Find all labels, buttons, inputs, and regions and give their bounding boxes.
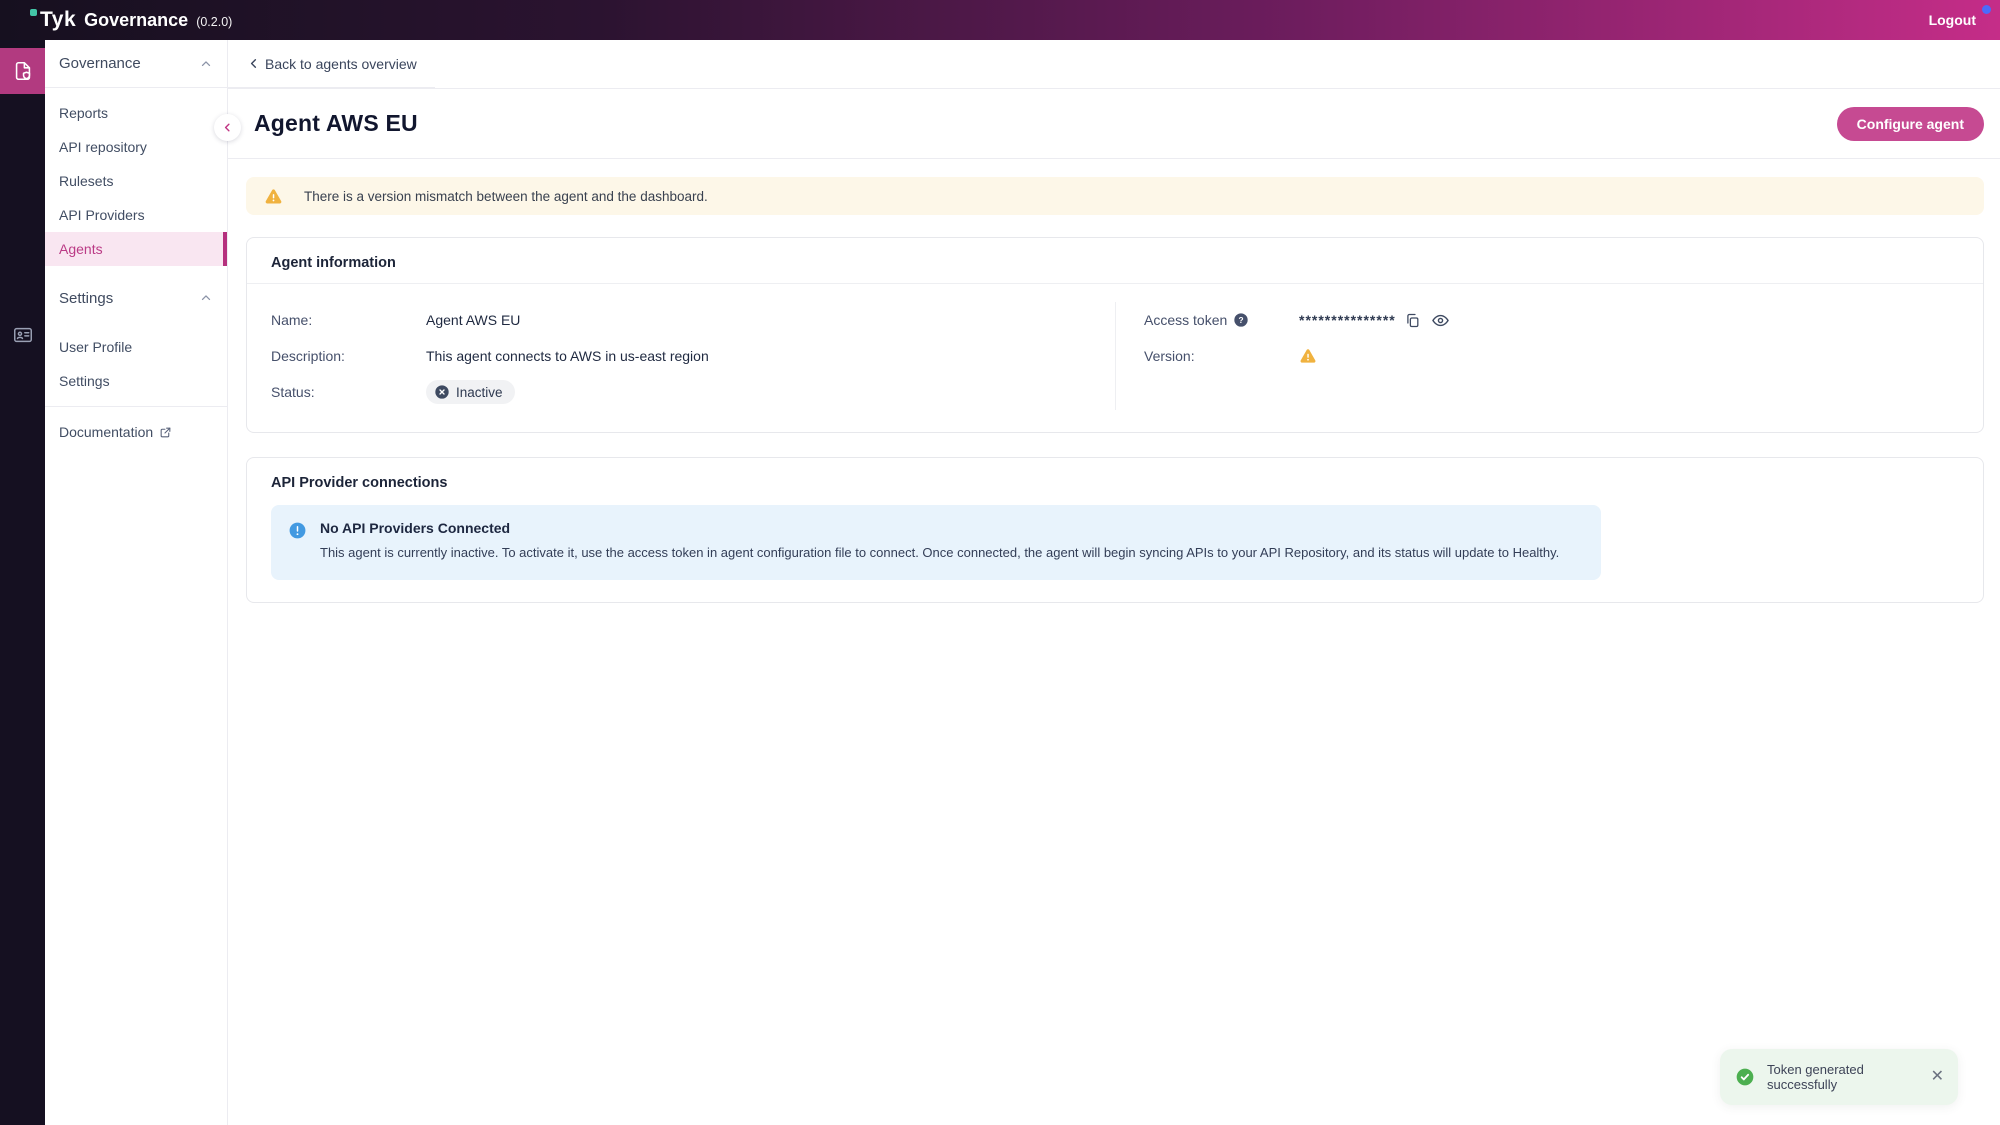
copy-token-button[interactable] bbox=[1402, 312, 1423, 329]
product-name: Governance bbox=[84, 10, 188, 31]
sidebar-item-label: Documentation bbox=[59, 424, 153, 440]
sidebar-item-label: API repository bbox=[59, 139, 147, 155]
chevron-up-icon bbox=[199, 291, 213, 305]
reveal-token-button[interactable] bbox=[1429, 311, 1452, 330]
governance-section-label: Governance bbox=[59, 55, 141, 72]
access-token-masked: *************** bbox=[1299, 312, 1396, 328]
app-header: Tyk Governance (0.2.0) Logout bbox=[0, 0, 2000, 40]
app-version: (0.2.0) bbox=[196, 15, 232, 29]
sidebar-item-api-repository[interactable]: API repository bbox=[45, 130, 227, 164]
document-shield-icon bbox=[12, 60, 34, 82]
description-row: Description: This agent connects to AWS … bbox=[271, 338, 1115, 374]
sidebar-item-label: Settings bbox=[59, 373, 110, 389]
icon-rail bbox=[0, 40, 45, 1125]
configure-agent-button[interactable]: Configure agent bbox=[1837, 107, 1984, 141]
no-providers-title: No API Providers Connected bbox=[320, 520, 1559, 536]
status-badge-label: Inactive bbox=[456, 385, 503, 400]
sidebar-item-documentation[interactable]: Documentation bbox=[45, 415, 227, 449]
version-mismatch-banner: There is a version mismatch between the … bbox=[246, 177, 1984, 215]
access-token-label: Access token ? bbox=[1144, 312, 1299, 328]
x-circle-icon bbox=[434, 384, 450, 400]
access-token-row: Access token ? ******** bbox=[1144, 302, 1959, 338]
name-value: Agent AWS EU bbox=[426, 312, 520, 328]
status-badge: Inactive bbox=[426, 380, 515, 404]
sidebar-item-user-profile[interactable]: User Profile bbox=[45, 330, 227, 364]
back-chevron-icon bbox=[246, 56, 261, 71]
sidebar-item-label: API Providers bbox=[59, 207, 145, 223]
api-provider-connections-card: API Provider connections No API Provider… bbox=[246, 457, 1984, 603]
agent-information-title: Agent information bbox=[247, 238, 1983, 284]
sidebar-item-settings[interactable]: Settings bbox=[45, 364, 227, 398]
eye-icon bbox=[1431, 311, 1450, 330]
sidebar-collapse-button[interactable] bbox=[214, 114, 241, 141]
page-title: Agent AWS EU bbox=[254, 110, 418, 137]
name-label: Name: bbox=[271, 312, 426, 328]
id-card-icon bbox=[12, 324, 34, 346]
tyk-logo-dot bbox=[30, 9, 37, 16]
toast-close-button[interactable]: ✕ bbox=[1931, 1069, 1944, 1085]
back-to-agents-link[interactable]: Back to agents overview bbox=[228, 40, 435, 88]
sidebar-item-label: Agents bbox=[59, 241, 103, 257]
sidebar-item-agents[interactable]: Agents bbox=[45, 232, 227, 266]
sidebar-item-label: Reports bbox=[59, 105, 108, 121]
description-value: This agent connects to AWS in us-east re… bbox=[426, 348, 709, 364]
settings-section-label: Settings bbox=[59, 290, 113, 307]
no-providers-infobox: No API Providers Connected This agent is… bbox=[271, 505, 1601, 580]
blue-dot-indicator bbox=[1982, 5, 1991, 14]
version-warning-icon bbox=[1299, 347, 1317, 365]
brand-logo: Tyk Governance (0.2.0) bbox=[30, 8, 232, 32]
sidebar-section-governance[interactable]: Governance bbox=[45, 40, 227, 88]
no-providers-description: This agent is currently inactive. To act… bbox=[320, 544, 1559, 563]
sidebar-section-settings[interactable]: Settings bbox=[45, 274, 227, 322]
logout-button[interactable]: Logout bbox=[1929, 12, 1976, 28]
help-circle-icon[interactable]: ? bbox=[1233, 312, 1249, 328]
connections-title: API Provider connections bbox=[247, 458, 1983, 497]
agent-information-card: Agent information Name: Agent AWS EU Des… bbox=[246, 237, 1984, 433]
name-row: Name: Agent AWS EU bbox=[271, 302, 1115, 338]
tyk-logo: Tyk bbox=[30, 8, 76, 32]
sidebar-item-label: User Profile bbox=[59, 339, 132, 355]
version-label: Version: bbox=[1144, 348, 1299, 364]
rail-item-profile[interactable] bbox=[0, 312, 45, 358]
sidebar-divider bbox=[45, 406, 227, 407]
info-circle-icon bbox=[288, 521, 307, 563]
status-row: Status: Inactive bbox=[271, 374, 1115, 410]
sidebar-item-reports[interactable]: Reports bbox=[45, 96, 227, 130]
sidebar: Governance Reports API repository Rulese… bbox=[45, 40, 228, 1125]
sidebar-item-label: Rulesets bbox=[59, 173, 113, 189]
external-link-icon bbox=[159, 426, 172, 439]
rail-item-governance[interactable] bbox=[0, 48, 45, 94]
warning-triangle-icon bbox=[264, 187, 283, 206]
toast-token-generated: Token generated successfully ✕ bbox=[1720, 1049, 1958, 1105]
sidebar-item-rulesets[interactable]: Rulesets bbox=[45, 164, 227, 198]
main-content: Back to agents overview Agent AWS EU Con… bbox=[228, 40, 2000, 1125]
check-circle-icon bbox=[1735, 1067, 1755, 1087]
warning-banner-text: There is a version mismatch between the … bbox=[304, 189, 708, 204]
sidebar-item-api-providers[interactable]: API Providers bbox=[45, 198, 227, 232]
description-label: Description: bbox=[271, 348, 426, 364]
svg-text:?: ? bbox=[1239, 315, 1244, 325]
version-row: Version: bbox=[1144, 338, 1959, 374]
status-label: Status: bbox=[271, 384, 426, 400]
back-link-label: Back to agents overview bbox=[265, 56, 417, 72]
brand-name: Tyk bbox=[40, 8, 76, 31]
chevron-up-icon bbox=[199, 57, 213, 71]
copy-icon bbox=[1404, 312, 1421, 329]
toast-message: Token generated successfully bbox=[1767, 1062, 1919, 1092]
